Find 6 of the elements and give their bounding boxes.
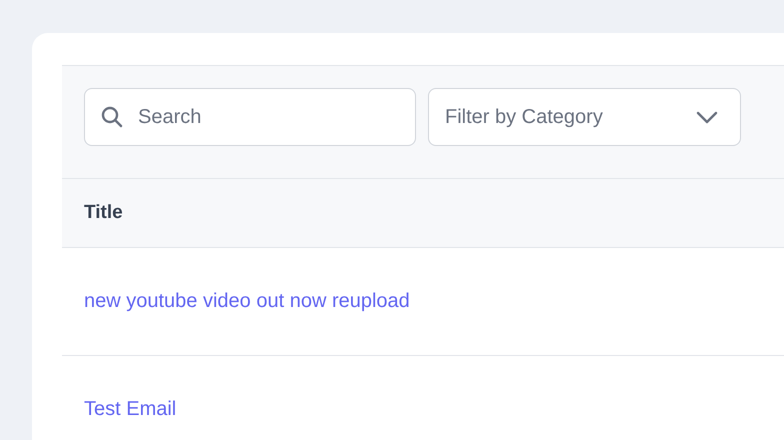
search-field[interactable]: Search: [84, 88, 416, 146]
chevron-down-icon: [696, 110, 718, 124]
column-header: Title: [84, 202, 123, 224]
title-link[interactable]: new youtube video out now reupload: [84, 290, 410, 313]
title-link[interactable]: Test Email: [84, 398, 176, 421]
category-dropdown[interactable]: Filter by Category: [428, 88, 741, 146]
